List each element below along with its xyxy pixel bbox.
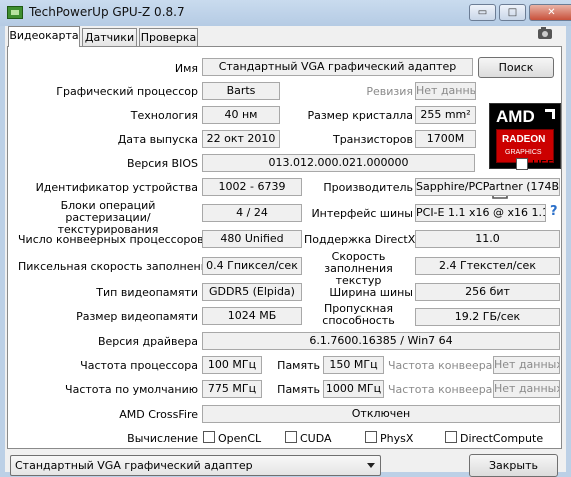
bus-interface-label: Интерфейс шины (311, 207, 413, 220)
shader-clock-label: Частота конвеера (388, 359, 493, 372)
release-date-value: 22 окт 2010 (202, 130, 280, 148)
title-bar: TechPowerUp GPU-Z 0.8.7 ▭ □ ✕ (0, 0, 571, 26)
directx-label: Поддержка DirectX (304, 233, 416, 246)
bios-version-label: Версия BIOS (126, 157, 198, 170)
cuda-checkbox[interactable] (285, 431, 297, 443)
chevron-down-icon (367, 463, 375, 468)
pixel-fillrate-value: 0.4 Гпиксел/сек (202, 257, 302, 275)
gpu-label: Графический процессор (56, 85, 198, 98)
default-clock-label: Частота по умолчанию (65, 383, 198, 396)
default-shader-value: Нет данных (493, 380, 560, 398)
adapter-select-value: Стандартный VGA графический адаптер (15, 459, 253, 472)
lookup-button[interactable]: Поиск (478, 57, 554, 78)
directx-value: 11.0 (415, 230, 560, 248)
bus-width-value: 256 бит (415, 283, 560, 301)
shader-clock-value: Нет данных (493, 356, 560, 374)
directcompute-label: DirectCompute (460, 432, 544, 445)
opencl-checkbox[interactable] (203, 431, 215, 443)
opencl-label: OpenCL (218, 432, 262, 445)
directcompute-checkbox[interactable] (445, 431, 457, 443)
rops-tmus-value: 4 / 24 (202, 204, 302, 222)
memory-clock-value: 150 МГц (323, 356, 384, 374)
uefi-checkbox[interactable] (516, 158, 528, 170)
window-title: TechPowerUp GPU-Z 0.8.7 (29, 5, 185, 19)
pixel-fillrate-label: Пиксельная скорость заполнения (18, 260, 215, 273)
transistors-label: Транзисторов (332, 133, 413, 146)
texture-fillrate-value: 2.4 Гтекстел/сек (415, 257, 560, 275)
memory-size-label: Размер видеопамяти (76, 310, 198, 323)
name-label: Имя (174, 62, 198, 75)
radeon-wordmark: RADEON (502, 134, 546, 145)
gpu-clock-value: 100 МГц (202, 356, 262, 374)
name-value: Стандартный VGA графический адаптер (202, 58, 473, 76)
technology-value: 40 нм (202, 106, 280, 124)
die-size-value: 255 mm² (415, 106, 476, 124)
close-window-button[interactable]: ✕ (529, 4, 571, 21)
default-memory-value: 1000 МГц (323, 380, 384, 398)
gpu-clock-label: Частота процессора (80, 359, 198, 372)
graphics-wordmark: GRAPHICS (505, 149, 542, 156)
computing-label: Вычисление (127, 432, 198, 445)
texture-fillrate-label: Скорость заполнения текстур (324, 250, 393, 287)
amd-arrow-icon (545, 109, 555, 119)
technology-label: Технология (130, 109, 198, 122)
physx-label: PhysX (380, 432, 414, 445)
vendor-value: Sapphire/PCPartner (174B) (415, 178, 560, 196)
bandwidth-label: Пропускная способность (322, 302, 395, 327)
bus-interface-value: PCI-E 1.1 x16 @ x16 1.1 (415, 204, 546, 222)
default-clock-value: 775 МГц (202, 380, 262, 398)
adapter-select[interactable]: Стандартный VGA графический адаптер (10, 455, 381, 476)
physx-checkbox[interactable] (365, 431, 377, 443)
memory-type-value: GDDR5 (Elpida) (202, 283, 302, 301)
tab-validation[interactable]: Проверка (139, 28, 198, 46)
rops-tmus-label: Блоки операций растеризации/текстурирова… (57, 199, 159, 236)
uefi-label: UEFI (532, 158, 557, 171)
device-id-label: Идентификатор устройства (35, 181, 198, 194)
bus-width-label: Ширина шины (329, 286, 413, 299)
help-icon[interactable]: ? (550, 204, 558, 219)
memory-type-label: Тип видеопамяти (96, 286, 198, 299)
driver-version-label: Версия драйвера (97, 335, 198, 348)
device-id-value: 1002 - 6739 (202, 178, 302, 196)
vendor-label: Производитель (323, 181, 413, 194)
shaders-value: 480 Unified (202, 230, 302, 248)
crossfire-value: Отключен (202, 405, 560, 423)
release-date-label: Дата выпуска (117, 133, 198, 146)
gpu-z-icon (7, 6, 23, 19)
cuda-label: CUDA (300, 432, 332, 445)
close-button[interactable]: Закрыть (469, 454, 558, 477)
memory-size-value: 1024 МБ (202, 307, 302, 325)
default-shader-label: Частота конвеера (388, 383, 493, 396)
driver-version-value: 6.1.7600.16385 / Win7 64 (202, 332, 560, 350)
revision-label: Ревизия (366, 85, 413, 98)
transistors-value: 1700M (415, 130, 476, 148)
window-client: Видеокарта Датчики Проверка Имя Стандарт… (5, 26, 566, 477)
amd-wordmark: AMD (496, 107, 535, 126)
minimize-button[interactable]: ▭ (469, 4, 496, 21)
shaders-label: Число конвеерных процессоров (18, 233, 204, 246)
bandwidth-value: 19.2 ГБ/сек (415, 308, 560, 326)
tab-graphics-card[interactable]: Видеокарта (8, 26, 80, 47)
crossfire-label: AMD CrossFire (119, 408, 198, 421)
memory-clock-label: Память (277, 359, 320, 372)
maximize-button[interactable]: □ (499, 4, 526, 21)
tab-sensors[interactable]: Датчики (82, 28, 137, 46)
default-memory-label: Память (277, 383, 320, 396)
graphics-card-panel: Имя Стандартный VGA графический адаптер … (7, 46, 562, 449)
die-size-label: Размер кристалла (307, 109, 413, 122)
revision-value: Нет данных (415, 82, 476, 100)
camera-icon[interactable] (538, 27, 552, 39)
gpu-value: Barts (202, 82, 280, 100)
bios-version-value: 013.012.000.021.000000 (202, 154, 475, 172)
